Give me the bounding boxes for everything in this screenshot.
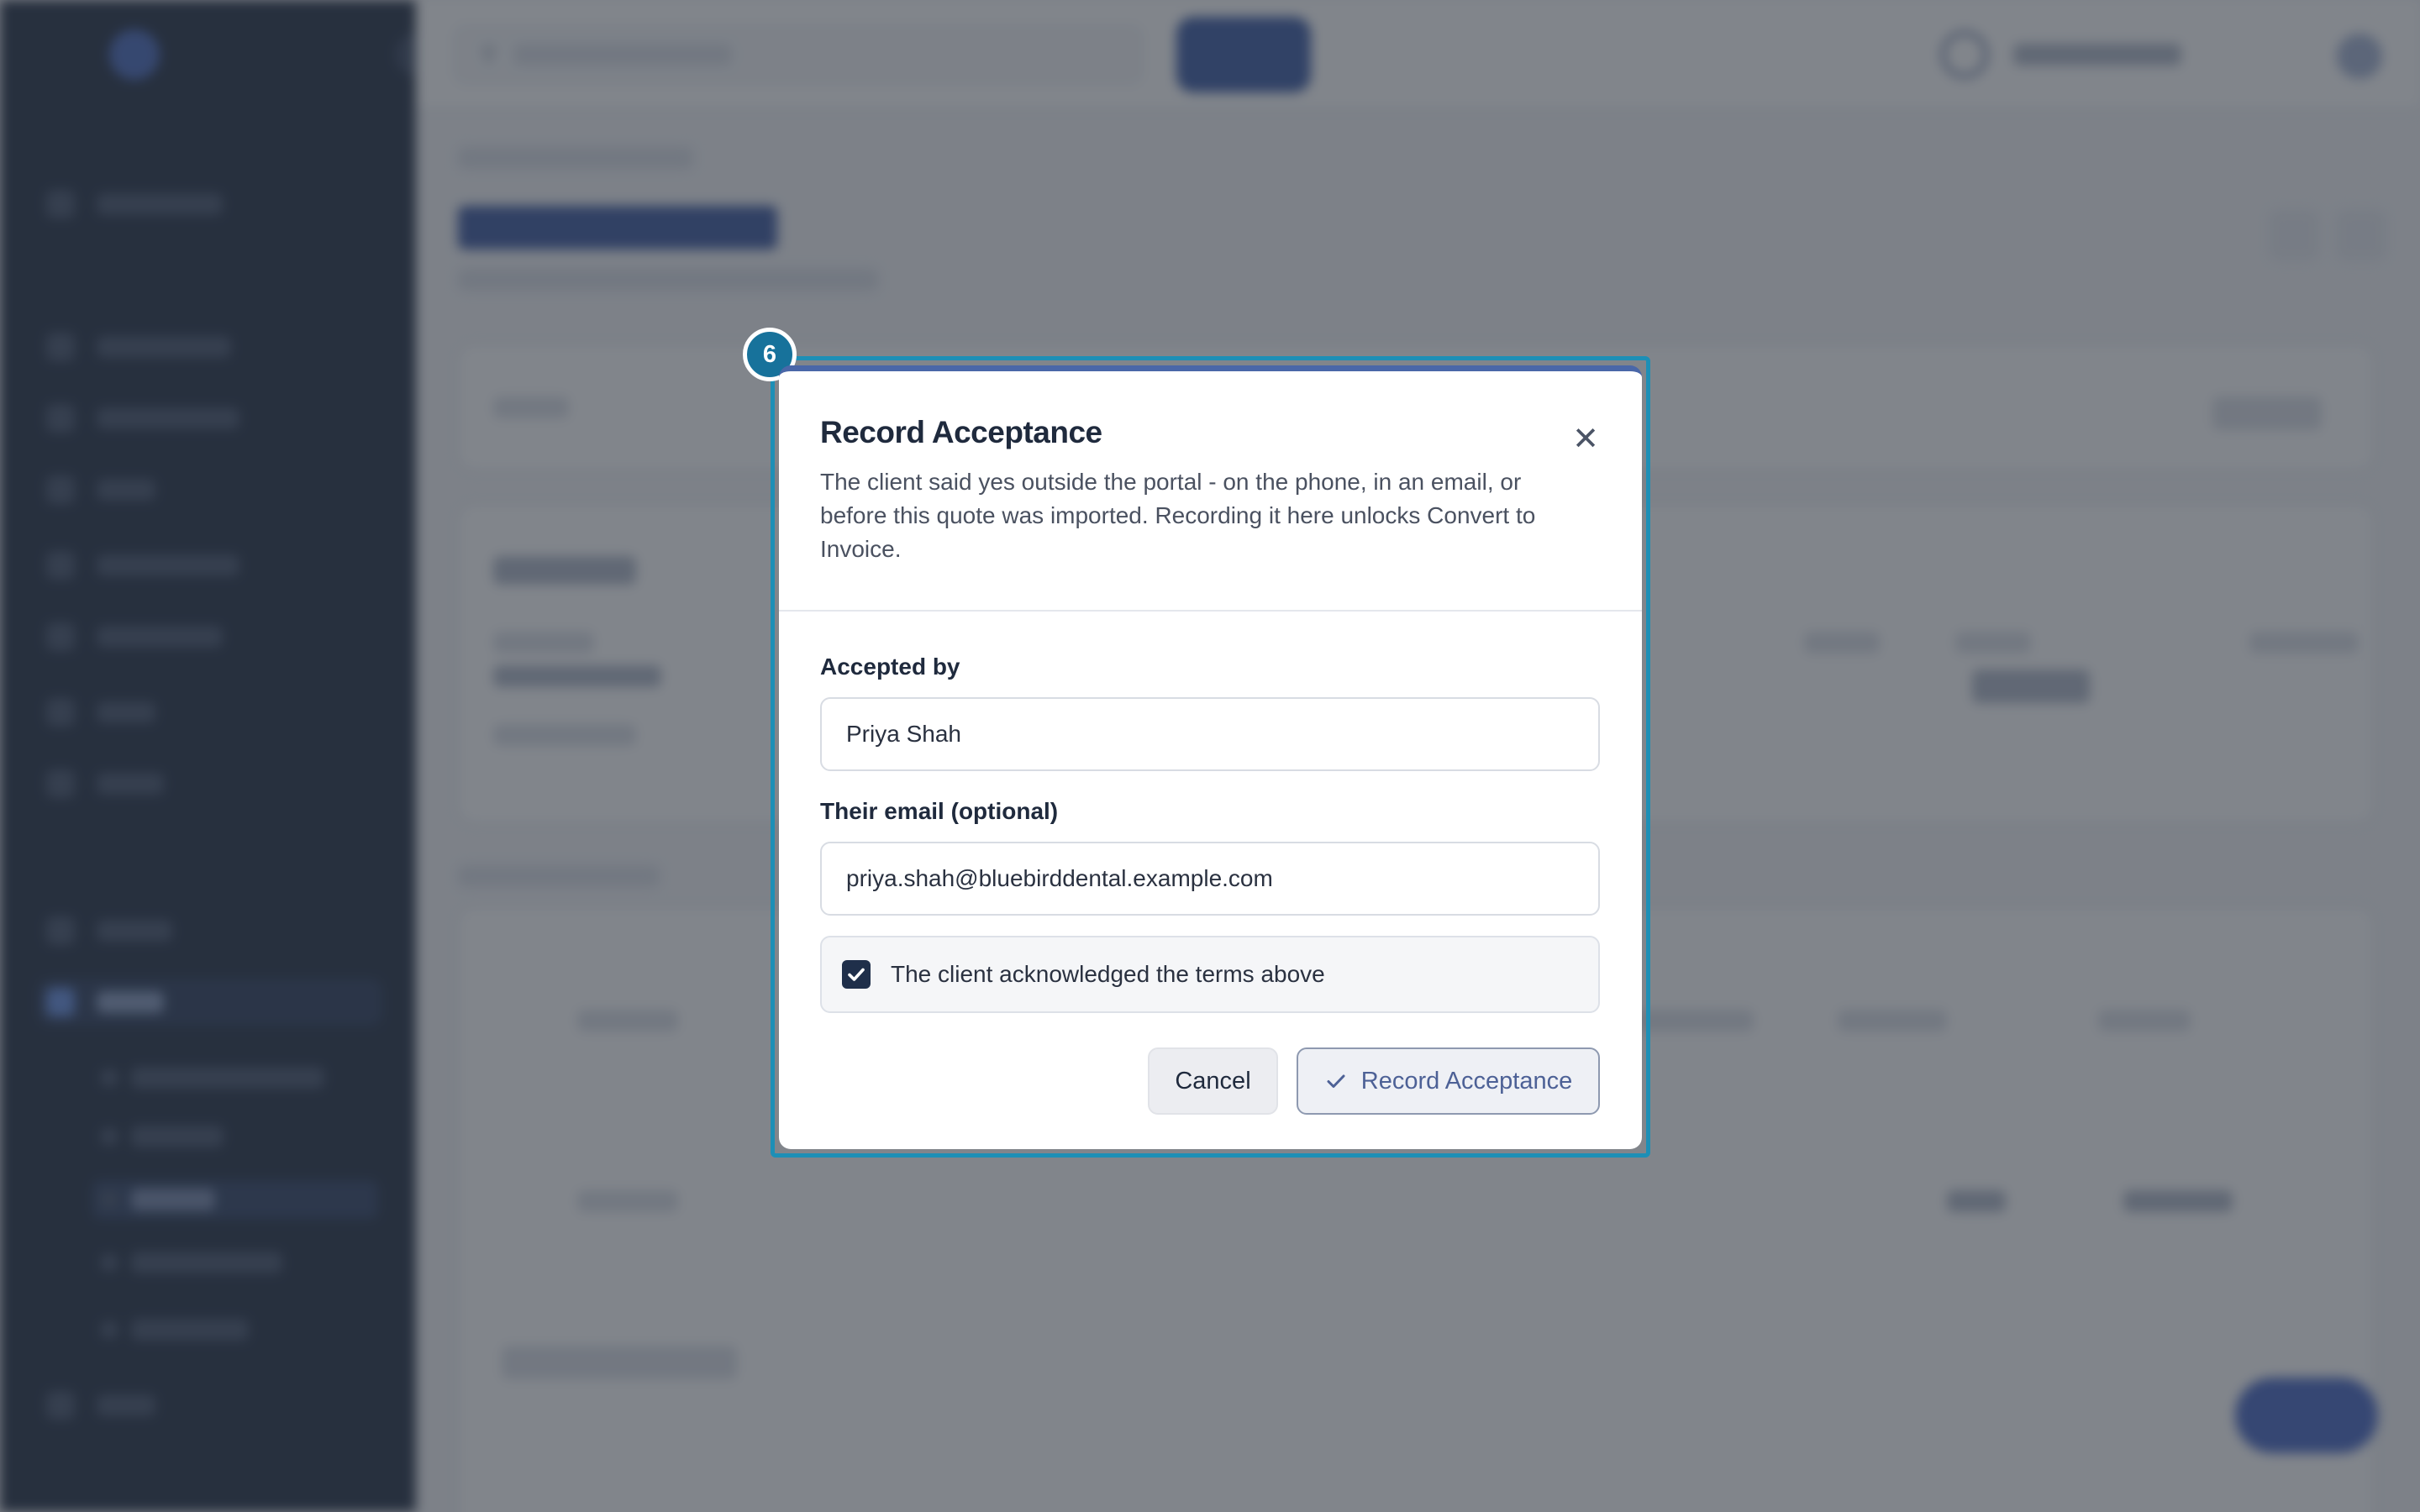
close-icon[interactable]: ✕ [1565,417,1607,459]
record-acceptance-button[interactable]: Record Acceptance [1297,1047,1600,1115]
record-acceptance-label: Record Acceptance [1360,1067,1573,1095]
acknowledgement-row[interactable]: The client acknowledged the terms above [820,936,1600,1013]
accepted-by-label: Accepted by [820,654,960,680]
dialog-header: Record Acceptance ✕ The client said yes … [779,371,1642,612]
checkmark-icon [848,968,865,981]
email-label: Their email (optional) [820,798,1059,824]
dialog-title: Record Acceptance [820,415,1102,449]
email-input[interactable] [820,842,1600,916]
check-icon [1327,1074,1345,1088]
dialog-description: The client said yes outside the portal -… [820,469,1536,562]
accepted-by-input[interactable] [820,697,1600,771]
record-acceptance-dialog: Record Acceptance ✕ The client said yes … [779,365,1642,1149]
acknowledgement-label: The client acknowledged the terms above [891,961,1325,987]
cancel-button[interactable]: Cancel [1148,1047,1278,1115]
acknowledgement-checkbox[interactable] [842,960,871,989]
